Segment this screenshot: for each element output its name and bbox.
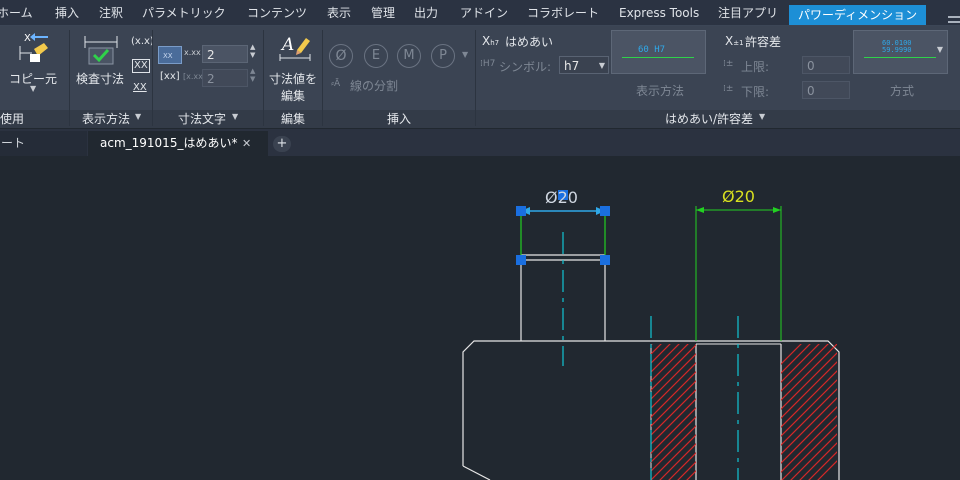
edit-dimension-text-icon[interactable]: A <box>279 32 311 62</box>
alt-bracket-label: [xx] <box>160 71 180 82</box>
dimension-grip[interactable] <box>516 255 526 265</box>
primary-precision-icon: XX <box>158 46 182 64</box>
ribbon-options-icon[interactable] <box>948 9 960 23</box>
dim-text-panel-title: 寸法文字 <box>178 112 227 126</box>
tab-active-label: acm_191015_はめあい* <box>100 136 238 150</box>
upper-limit-icon: ⁞± <box>723 59 734 69</box>
inspection-dimension-icon[interactable] <box>83 34 119 66</box>
envelope-symbol-button[interactable]: E <box>364 44 388 68</box>
panel-divider <box>475 30 476 126</box>
menu-home[interactable]: ホーム <box>0 0 33 25</box>
tolerance-method-label: 方式 <box>890 84 915 98</box>
fit-panel-title: はめあい/許容差 <box>665 112 754 126</box>
close-icon[interactable]: ✕ <box>242 131 251 156</box>
dimension-grip[interactable] <box>516 206 526 216</box>
split-line-label[interactable]: 線の分割 <box>350 77 398 94</box>
menu-bar: ホーム 挿入 注釈 パラメトリック コンテンツ 表示 管理 出力 アドイン コラ… <box>0 0 960 26</box>
fit-preview-text: 60 H7 <box>638 45 666 55</box>
ribbon: X コピー元 ▼ 再使用 検査寸法 (x.x) XX XX 表示方法 ▼ XX … <box>0 26 960 128</box>
svg-text:A: A <box>280 35 294 55</box>
fit-preview-line <box>622 57 694 58</box>
panel-divider <box>263 30 264 126</box>
lower-limit-icon: ⁞± <box>723 84 734 94</box>
precision-spinner[interactable]: ▲ ▼ <box>250 43 255 59</box>
fit-panel-dropdown-icon[interactable]: ▼ <box>759 112 765 121</box>
fit-display-preview[interactable]: 60 H7 <box>611 30 706 74</box>
fit-symbol-label: シンボル: <box>499 60 552 74</box>
menu-addins[interactable]: アドイン <box>460 0 508 25</box>
menu-annotate[interactable]: 注釈 <box>99 0 123 25</box>
panel-divider <box>152 30 153 126</box>
menu-express-tools[interactable]: Express Tools <box>619 0 699 25</box>
fit-display-method-label: 表示方法 <box>636 84 685 98</box>
alt-precision-input[interactable]: 2 <box>202 69 248 87</box>
alt-precision-spinner[interactable]: ▲ ▼ <box>250 67 255 83</box>
copy-from-dropdown-icon[interactable]: ▼ <box>30 84 36 93</box>
dim-text-dropdown-icon[interactable]: ▼ <box>232 112 238 121</box>
tolerance-preview-line <box>864 57 936 58</box>
lower-limit-label: 下限: <box>741 85 770 99</box>
insert-panel-title: 挿入 <box>387 112 412 126</box>
section-hatch-left <box>651 344 696 480</box>
display-panel-dropdown-icon[interactable]: ▼ <box>135 112 141 121</box>
fit-icon: Xh7 <box>482 34 500 48</box>
upper-limit-input[interactable]: 0 <box>802 56 850 74</box>
panel-divider <box>69 30 70 126</box>
tab-start-partial[interactable]: ート <box>0 131 87 156</box>
chevron-down-icon: ▼ <box>598 61 605 70</box>
dimension-grip[interactable] <box>600 206 610 216</box>
chevron-down-icon: ▼ <box>936 45 943 54</box>
menu-collaborate[interactable]: コラボレート <box>527 0 599 25</box>
section-hatch-right <box>781 344 837 480</box>
display-panel-title: 表示方法 <box>82 112 131 126</box>
inspection-dimension-label[interactable]: 検査寸法 <box>76 70 124 87</box>
edit-panel-title: 編集 <box>281 112 306 126</box>
new-tab-button[interactable]: + <box>273 136 291 152</box>
precision-format-icon: x.xx <box>184 48 201 57</box>
tolerance-icon: X±1 <box>725 34 744 48</box>
svg-text:X: X <box>24 33 31 44</box>
tolerance-preview-lower: 59.9990 <box>882 46 912 54</box>
drawing-canvas[interactable]: Ø20 Ø20 <box>0 156 960 480</box>
fit-title: はめあい <box>505 35 554 49</box>
svg-text:XX: XX <box>163 52 173 60</box>
alt-units-button[interactable]: (x.x) <box>131 36 154 47</box>
upper-limit-label: 上限: <box>741 60 770 74</box>
symbol-more-dropdown-icon[interactable]: ▼ <box>462 50 468 59</box>
lower-limit-input[interactable]: 0 <box>802 81 850 99</box>
tolerance-title: 許容差 <box>745 35 782 49</box>
file-tab-bar: ート acm_191015_はめあい* ✕ + <box>0 129 960 156</box>
fit-symbol-icon: ⁞H7 <box>480 59 496 69</box>
menu-view[interactable]: 表示 <box>327 0 351 25</box>
menu-power-dimension[interactable]: パワーディメンション <box>789 5 927 25</box>
center-lines <box>562 232 739 480</box>
reuse-panel-title: 再使用 <box>0 112 25 126</box>
tab-active-drawing[interactable]: acm_191015_はめあい* ✕ <box>88 131 268 156</box>
panel-title-bar <box>0 110 960 128</box>
primary-precision-input[interactable]: 2 <box>202 45 248 63</box>
basic-dimension-button[interactable]: XX <box>132 59 150 73</box>
panel-divider <box>322 30 323 126</box>
menu-content[interactable]: コンテンツ <box>247 0 307 25</box>
projected-tolerance-symbol-button[interactable]: P <box>431 44 455 68</box>
dimension-grip[interactable] <box>600 255 610 265</box>
split-line-icon: ⸗Ā <box>331 79 341 89</box>
copy-from-icon[interactable]: X <box>18 30 52 64</box>
fit-symbol-value: h7 <box>564 59 580 73</box>
edit-dimension-label-2[interactable]: 編集 <box>281 87 305 104</box>
diameter-symbol-button[interactable]: Ø <box>329 44 353 68</box>
fit-symbol-select[interactable]: h7 ▼ <box>559 56 609 74</box>
dimension-text-left[interactable]: Ø20 <box>545 188 578 207</box>
menu-output[interactable]: 出力 <box>414 0 438 25</box>
menu-parametric[interactable]: パラメトリック <box>142 0 226 25</box>
tolerance-method-preview[interactable]: 60.0100 59.9990 ▼ <box>853 30 948 74</box>
mmc-symbol-button[interactable]: M <box>397 44 421 68</box>
menu-manage[interactable]: 管理 <box>371 0 395 25</box>
underline-dimension-button[interactable]: XX <box>133 82 147 93</box>
edit-dimension-label-1[interactable]: 寸法値を <box>269 70 317 87</box>
menu-featured-apps[interactable]: 注目アプリ <box>718 0 778 25</box>
dimension-text-right[interactable]: Ø20 <box>722 187 755 206</box>
menu-insert[interactable]: 挿入 <box>55 0 79 25</box>
